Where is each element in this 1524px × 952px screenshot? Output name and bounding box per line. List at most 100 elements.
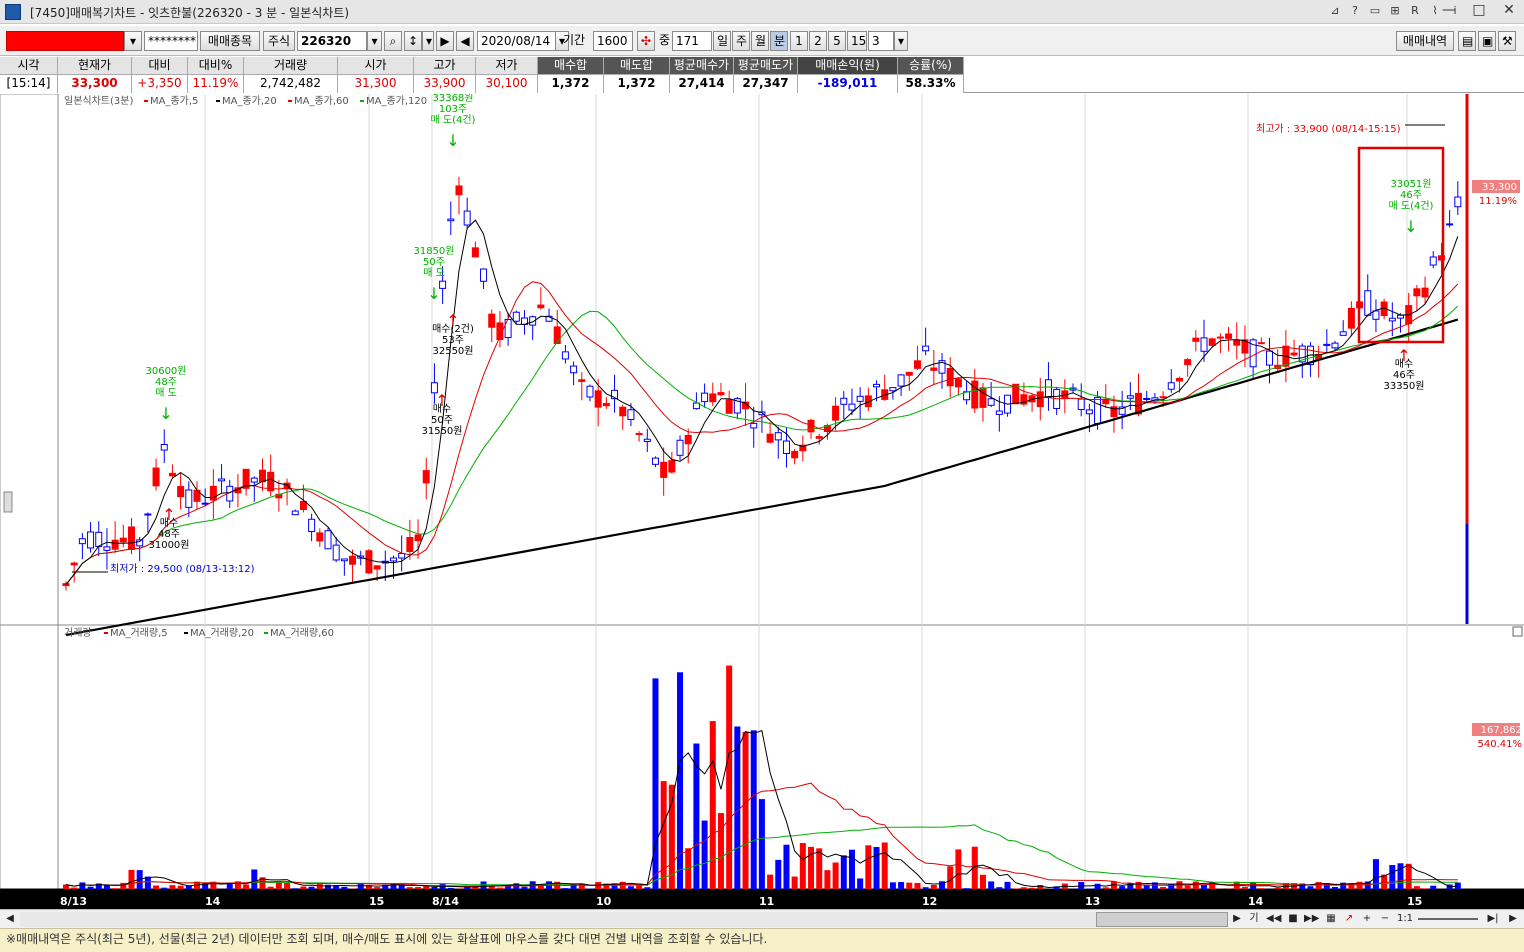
- trade-history-button[interactable]: 매매내역: [1396, 31, 1454, 51]
- volume-bar: [71, 887, 78, 889]
- interval-week[interactable]: 주: [732, 31, 750, 51]
- zoom-out-icon[interactable]: −: [1378, 912, 1392, 927]
- scroll-left-icon[interactable]: ◀: [3, 912, 17, 927]
- interval-minute[interactable]: 분: [770, 31, 788, 51]
- search-icon[interactable]: ⌕: [384, 31, 402, 51]
- pin-icon[interactable]: ⊿: [1328, 3, 1342, 19]
- play-icon[interactable]: ▶: [436, 31, 454, 51]
- volume-bar: [447, 887, 454, 889]
- r-icon[interactable]: R: [1408, 3, 1422, 19]
- trade-arrow-icon[interactable]: ↓: [1404, 217, 1417, 236]
- chart-area[interactable]: 8/13 14 15 8/14 10 11 12 13 14 15 일본식차트(3분) MA_종가,5…: [0, 92, 1524, 910]
- scroll-thumb[interactable]: [1096, 912, 1228, 927]
- candle-body: [1331, 342, 1339, 349]
- scroll-right-icon[interactable]: ▶: [1230, 912, 1244, 927]
- chart-scrollbar[interactable]: ◀ ▶ 기 ◀◀ ■ ▶▶ ▦ ↗ + − 1:1 ▶| ▶: [0, 909, 1524, 928]
- candle-body: [774, 432, 782, 441]
- trade-arrow-icon[interactable]: ↑: [1397, 346, 1410, 365]
- interval-5[interactable]: 5: [828, 31, 846, 51]
- stock-code-input[interactable]: 226320: [297, 31, 367, 51]
- zoom-in-icon[interactable]: +: [1360, 912, 1374, 927]
- quote-header-12: 매매손익(원): [798, 57, 898, 75]
- volume-bar: [775, 859, 782, 889]
- count-input[interactable]: 171: [672, 31, 712, 51]
- candle-body: [218, 478, 226, 482]
- candle-body: [365, 550, 373, 574]
- title-bar: [7450]매매복기차트 - 잇츠한불(226320 - 3 분 - 일본식차트…: [0, 0, 1524, 24]
- x-axis-label: 11: [759, 895, 774, 908]
- candle-body: [578, 379, 586, 382]
- account-dropdown-icon[interactable]: ▾: [124, 31, 142, 51]
- volume-bar: [717, 813, 724, 889]
- candle-body: [1388, 317, 1396, 322]
- volume-bar: [898, 882, 905, 889]
- candle-body: [471, 247, 479, 258]
- candle-body: [766, 433, 774, 443]
- volume-bar: [988, 881, 995, 889]
- layout-icon[interactable]: ▭: [1368, 3, 1382, 19]
- sort-dropdown-icon[interactable]: ▾: [422, 31, 434, 51]
- grid-icon[interactable]: ▦: [1324, 912, 1338, 927]
- end-icon[interactable]: ▶|: [1486, 912, 1500, 927]
- scroll-track[interactable]: [20, 912, 1096, 927]
- save-icon[interactable]: ▣: [1478, 31, 1496, 51]
- quote-value-13: 58.33%: [898, 75, 964, 93]
- prev-icon[interactable]: ◀: [456, 31, 474, 51]
- quote-header-13: 승률(%): [898, 57, 964, 75]
- volume-bar: [1241, 887, 1248, 889]
- minute-input[interactable]: 3: [868, 31, 894, 51]
- candle-body: [954, 378, 962, 388]
- link-icon[interactable]: ⊞: [1388, 3, 1402, 19]
- date-input[interactable]: 2020/08/14: [477, 31, 557, 51]
- zoom-slider[interactable]: [1418, 918, 1478, 920]
- candle-body: [1085, 409, 1093, 415]
- label-icon[interactable]: 기: [1248, 912, 1260, 927]
- market-select[interactable]: 주식: [263, 31, 295, 51]
- quote-value-6: 33,900: [414, 75, 476, 93]
- trade-arrow-icon[interactable]: ↑: [435, 391, 448, 410]
- rewind-icon[interactable]: ◀◀: [1266, 912, 1281, 927]
- interval-2[interactable]: 2: [809, 31, 827, 51]
- trade-arrow-icon[interactable]: ↑: [162, 505, 175, 524]
- minimize-button[interactable]: —: [1434, 0, 1464, 22]
- trade-label-6: 매 도(4건): [1389, 200, 1434, 212]
- password-field[interactable]: ********: [144, 31, 198, 51]
- chart-background: [0, 94, 1524, 909]
- volume-bar: [996, 887, 1003, 889]
- interval-1[interactable]: 1: [790, 31, 808, 51]
- stop-icon[interactable]: ■: [1286, 912, 1300, 927]
- crosshair-icon[interactable]: ✣: [637, 31, 655, 51]
- trade-arrow-icon[interactable]: ↓: [427, 284, 440, 303]
- help-icon[interactable]: ?: [1348, 3, 1362, 19]
- wrench-icon[interactable]: ⚒: [1498, 31, 1516, 51]
- account-field[interactable]: [6, 31, 124, 51]
- trade-arrow-icon[interactable]: ↓: [159, 404, 172, 423]
- volume-bar: [431, 886, 438, 889]
- trade-label-3: 31850원: [413, 245, 454, 257]
- scroll-end-icon[interactable]: ▶: [1506, 912, 1520, 927]
- stock-dropdown-icon[interactable]: ▾: [367, 31, 382, 51]
- close-button[interactable]: ✕: [1494, 0, 1524, 22]
- interval-day[interactable]: 일: [713, 31, 731, 51]
- ratio-icon[interactable]: 1:1: [1396, 912, 1414, 927]
- chart-canvas[interactable]: 8/13 14 15 8/14 10 11 12 13 14 15 일본식차트(3분) MA_종가,5…: [0, 92, 1524, 910]
- trade-arrow-icon[interactable]: ↓: [446, 131, 459, 150]
- maximize-button[interactable]: □: [1464, 0, 1494, 22]
- volume-bar: [144, 876, 151, 889]
- candle-body: [250, 477, 258, 483]
- minute-dropdown-icon[interactable]: ▾: [894, 31, 908, 51]
- sort-icon[interactable]: ↕: [404, 31, 422, 51]
- volume-bar: [324, 884, 331, 889]
- volume-bar: [1258, 888, 1265, 889]
- trade-arrow-icon[interactable]: ↑: [446, 311, 459, 330]
- forward-icon[interactable]: ▶▶: [1304, 912, 1319, 927]
- trend-icon[interactable]: ↗: [1342, 912, 1356, 927]
- volume-bar: [169, 885, 176, 889]
- interval-15[interactable]: 15: [847, 31, 867, 51]
- candle-body: [701, 392, 709, 403]
- trade-items-button[interactable]: 매매종목: [200, 31, 260, 51]
- volume-bar: [709, 721, 716, 889]
- period-input[interactable]: 1600: [593, 31, 633, 51]
- interval-month[interactable]: 월: [751, 31, 769, 51]
- folder-icon[interactable]: ▤: [1458, 31, 1476, 51]
